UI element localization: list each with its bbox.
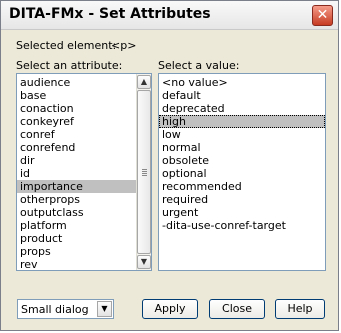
scroll-up-icon[interactable]: ▲ xyxy=(137,75,151,89)
attribute-item[interactable]: dir xyxy=(17,154,151,167)
help-button[interactable]: Help xyxy=(275,299,325,319)
attribute-item[interactable]: base xyxy=(17,89,151,102)
value-item[interactable]: recommended xyxy=(159,180,325,193)
value-item[interactable]: obsolete xyxy=(159,154,325,167)
attribute-item[interactable]: conaction xyxy=(17,102,151,115)
value-item[interactable]: -dita-use-conref-target xyxy=(159,219,325,232)
value-item[interactable]: deprecated xyxy=(159,102,325,115)
value-item-selected[interactable]: high xyxy=(159,115,325,128)
attribute-scrollbar[interactable]: ▲ ▼ xyxy=(136,74,151,270)
set-attributes-dialog: DITA-FMx - Set Attributes ✕ Selected ele… xyxy=(0,0,339,331)
close-window-button[interactable]: ✕ xyxy=(312,5,333,26)
attribute-item[interactable]: conkeyref xyxy=(17,115,151,128)
attribute-item-selected[interactable]: importance xyxy=(17,180,151,193)
dialog-title: DITA-FMx - Set Attributes xyxy=(9,6,211,22)
value-item[interactable]: required xyxy=(159,193,325,206)
value-item[interactable]: <no value> xyxy=(159,76,325,89)
value-item[interactable]: default xyxy=(159,89,325,102)
selected-element-label: Selected element: xyxy=(16,39,117,52)
attribute-list-label: Select an attribute: xyxy=(16,59,123,72)
chevron-down-icon[interactable]: ▼ xyxy=(97,301,112,317)
attribute-item[interactable]: otherprops xyxy=(17,193,151,206)
attribute-item[interactable]: rev xyxy=(17,258,151,270)
value-item[interactable]: low xyxy=(159,128,325,141)
attribute-item[interactable]: props xyxy=(17,245,151,258)
value-item[interactable]: normal xyxy=(159,141,325,154)
attribute-item[interactable]: conref xyxy=(17,128,151,141)
dialog-size-select[interactable]: Small dialog ▼ xyxy=(17,299,114,319)
title-bar: DITA-FMx - Set Attributes ✕ xyxy=(1,1,338,30)
scroll-down-icon[interactable]: ▼ xyxy=(137,255,151,269)
attribute-item[interactable]: audience xyxy=(17,76,151,89)
attribute-item[interactable]: id xyxy=(17,167,151,180)
value-item[interactable]: optional xyxy=(159,167,325,180)
attribute-item[interactable]: product xyxy=(17,232,151,245)
apply-button[interactable]: Apply xyxy=(142,299,198,319)
attribute-item[interactable]: outputclass xyxy=(17,206,151,219)
attribute-listbox[interactable]: audience base conaction conkeyref conref… xyxy=(16,73,152,271)
attribute-item[interactable]: platform xyxy=(17,219,151,232)
value-item[interactable]: urgent xyxy=(159,206,325,219)
value-listbox[interactable]: <no value> default deprecated high low n… xyxy=(158,73,326,271)
scrollbar-thumb[interactable] xyxy=(137,90,151,254)
attribute-item[interactable]: conrefend xyxy=(17,141,151,154)
value-list-label: Select a value: xyxy=(158,59,240,72)
dialog-size-value: Small dialog xyxy=(21,303,89,316)
close-button[interactable]: Close xyxy=(209,299,265,319)
selected-element-value: <p> xyxy=(111,39,137,52)
